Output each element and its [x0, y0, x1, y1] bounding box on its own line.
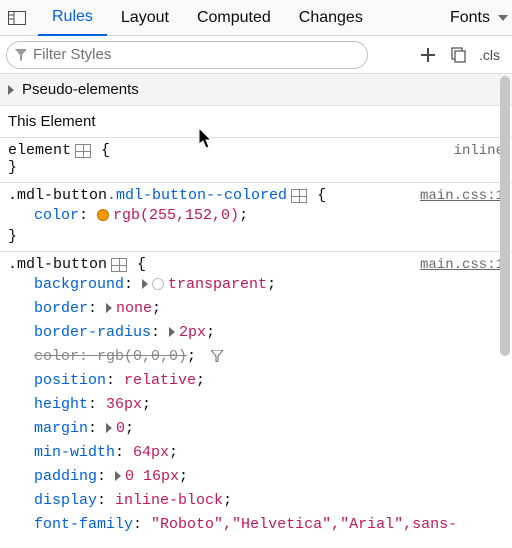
- toggle-pane-icon[interactable]: [4, 5, 30, 31]
- highlight-icon[interactable]: [75, 144, 91, 158]
- declaration-font-family[interactable]: font-family: "Roboto","Helvetica","Arial…: [34, 513, 504, 537]
- declaration-color[interactable]: color: rgb(255,152,0);: [34, 204, 504, 228]
- declaration-min-width[interactable]: min-width: 64px;: [34, 441, 504, 465]
- expand-icon: [8, 85, 14, 95]
- tab-computed[interactable]: Computed: [183, 0, 285, 35]
- rules-toolbar: Filter Styles .cls: [0, 36, 512, 74]
- filter-overridden-icon[interactable]: [211, 350, 223, 362]
- scrollbar-thumb[interactable]: [500, 76, 510, 356]
- pseudo-elements-header[interactable]: Pseudo-elements: [0, 74, 512, 106]
- tab-layout[interactable]: Layout: [107, 0, 183, 35]
- highlight-icon[interactable]: [111, 258, 127, 272]
- highlight-icon[interactable]: [291, 189, 307, 203]
- toggle-classes-button[interactable]: .cls: [473, 47, 506, 63]
- declaration-background[interactable]: background: transparent;: [34, 273, 504, 297]
- expand-shorthand-icon[interactable]: [115, 471, 121, 481]
- selector[interactable]: element: [8, 142, 71, 159]
- tab-fonts[interactable]: Fonts: [436, 9, 494, 27]
- color-swatch-icon[interactable]: [152, 278, 164, 290]
- open-brace: {: [101, 142, 110, 159]
- expand-shorthand-icon[interactable]: [106, 423, 112, 433]
- plus-icon: [420, 47, 436, 63]
- this-element-label: This Element: [8, 113, 96, 130]
- tab-rules[interactable]: Rules: [38, 1, 107, 36]
- selector[interactable]: .mdl-button: [8, 256, 107, 273]
- tab-overflow-icon[interactable]: [498, 15, 508, 21]
- stacked-docs-icon: [449, 47, 467, 63]
- close-brace: }: [8, 159, 504, 176]
- filter-placeholder: Filter Styles: [33, 46, 111, 63]
- expand-shorthand-icon[interactable]: [106, 303, 112, 313]
- declaration-padding[interactable]: padding: 0 16px;: [34, 465, 504, 489]
- rule-mdl-button: .mdl-button { main.css:1 background: tra…: [0, 252, 512, 543]
- declaration-position[interactable]: position: relative;: [34, 369, 504, 393]
- open-brace: {: [317, 187, 326, 204]
- declaration-border[interactable]: border: none;: [34, 297, 504, 321]
- declaration-margin[interactable]: margin: 0;: [34, 417, 504, 441]
- print-media-button[interactable]: [443, 41, 473, 69]
- selector[interactable]: .mdl-button.mdl-button--colored: [8, 187, 287, 204]
- devtools-tabbar: Rules Layout Computed Changes Fonts: [0, 0, 512, 36]
- declaration-border-radius[interactable]: border-radius: 2px;: [34, 321, 504, 345]
- pseudo-elements-label: Pseudo-elements: [22, 74, 139, 106]
- funnel-icon: [15, 49, 27, 61]
- tab-changes[interactable]: Changes: [285, 0, 377, 35]
- expand-shorthand-icon[interactable]: [169, 327, 175, 337]
- rule-source-link[interactable]: main.css:1: [420, 188, 504, 204]
- this-element-header: This Element: [0, 106, 512, 138]
- filter-styles-input[interactable]: Filter Styles: [6, 41, 368, 69]
- declaration-height[interactable]: height: 36px;: [34, 393, 504, 417]
- rule-mdl-button-colored: .mdl-button.mdl-button--colored { main.c…: [0, 183, 512, 252]
- add-rule-button[interactable]: [413, 41, 443, 69]
- declaration-display[interactable]: display: inline-block;: [34, 489, 504, 513]
- close-brace: }: [8, 228, 504, 245]
- rule-inline: element { inline }: [0, 138, 512, 183]
- declaration-color-overridden[interactable]: color: rgb(0,0,0);: [34, 345, 504, 369]
- rule-source: inline: [454, 143, 504, 159]
- color-swatch-icon[interactable]: [97, 209, 109, 221]
- open-brace: {: [137, 256, 146, 273]
- rule-source-link[interactable]: main.css:1: [420, 257, 504, 273]
- expand-shorthand-icon[interactable]: [142, 279, 148, 289]
